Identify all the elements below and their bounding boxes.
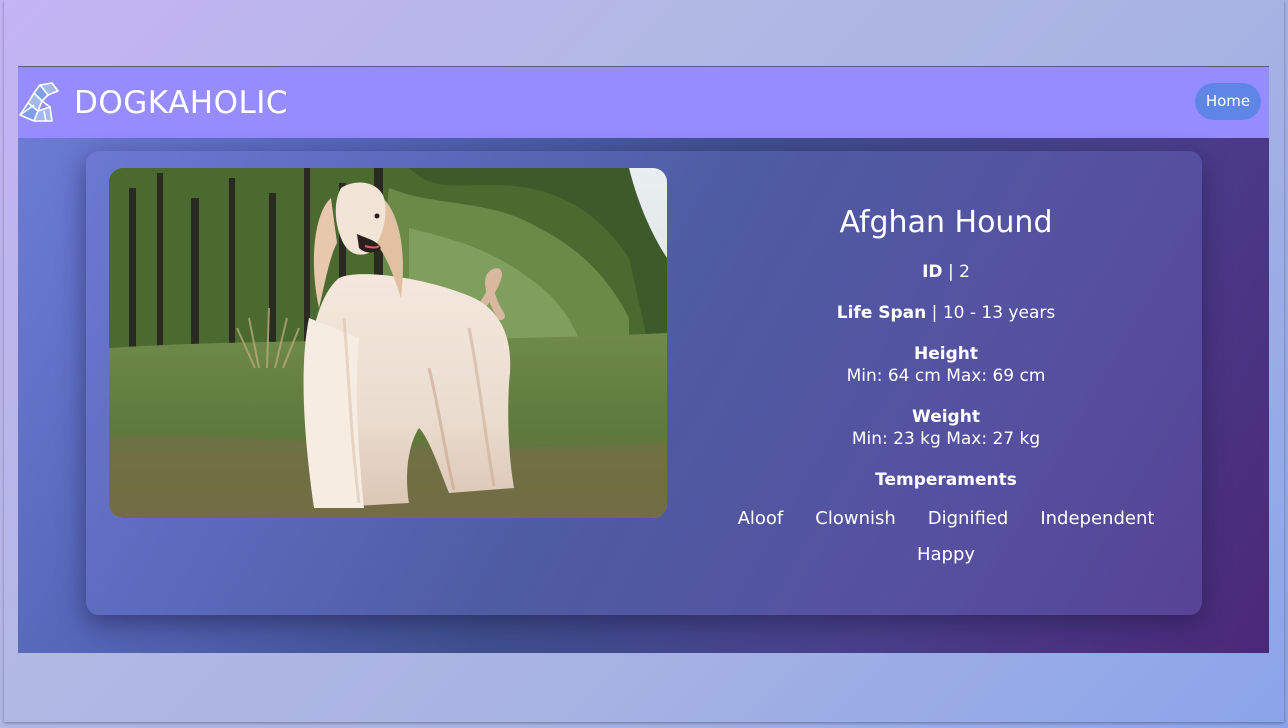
temperament-tag: Clownish (815, 508, 896, 529)
separator: | (947, 262, 960, 282)
temperaments-list: Aloof Clownish Dignified Independent Hap… (716, 508, 1176, 566)
id-label: ID (922, 262, 943, 282)
life-span-value: 10 - 13 years (942, 303, 1056, 323)
breed-photo (109, 168, 667, 518)
height-label: Height (914, 344, 978, 364)
breed-card: Afghan Hound ID | 2 Life Span | 10 - 13 … (86, 151, 1202, 615)
id-value: 2 (959, 262, 970, 282)
temperament-tag: Aloof (737, 508, 784, 529)
life-span-label: Life Span (836, 303, 927, 323)
id-row: ID | 2 (716, 261, 1176, 283)
height-value: Min: 64 cm Max: 69 cm (846, 366, 1046, 386)
temperament-tag: Dignified (927, 508, 1009, 529)
life-span-row: Life Span | 10 - 13 years (716, 302, 1176, 324)
afghan-hound-photo (109, 168, 667, 518)
weight-value: Min: 23 kg Max: 27 kg (851, 429, 1041, 449)
temperament-tag: Independent (1040, 508, 1155, 529)
breed-name: Afghan Hound (839, 205, 1053, 240)
app-window: DOGKAHOLIC Home Afghan Hound ID | 2 Life… (18, 66, 1269, 653)
brand-title[interactable]: DOGKAHOLIC (74, 83, 288, 123)
separator: | (931, 303, 943, 323)
navbar: DOGKAHOLIC Home (18, 66, 1269, 138)
temperaments-label: Temperaments (875, 470, 1017, 490)
home-button[interactable]: Home (1195, 83, 1261, 120)
weight-label: Weight (912, 407, 980, 427)
origami-dog-icon[interactable] (18, 81, 62, 125)
temperament-tag: Happy (916, 544, 976, 565)
breed-info: Afghan Hound ID | 2 Life Span | 10 - 13 … (716, 151, 1176, 615)
